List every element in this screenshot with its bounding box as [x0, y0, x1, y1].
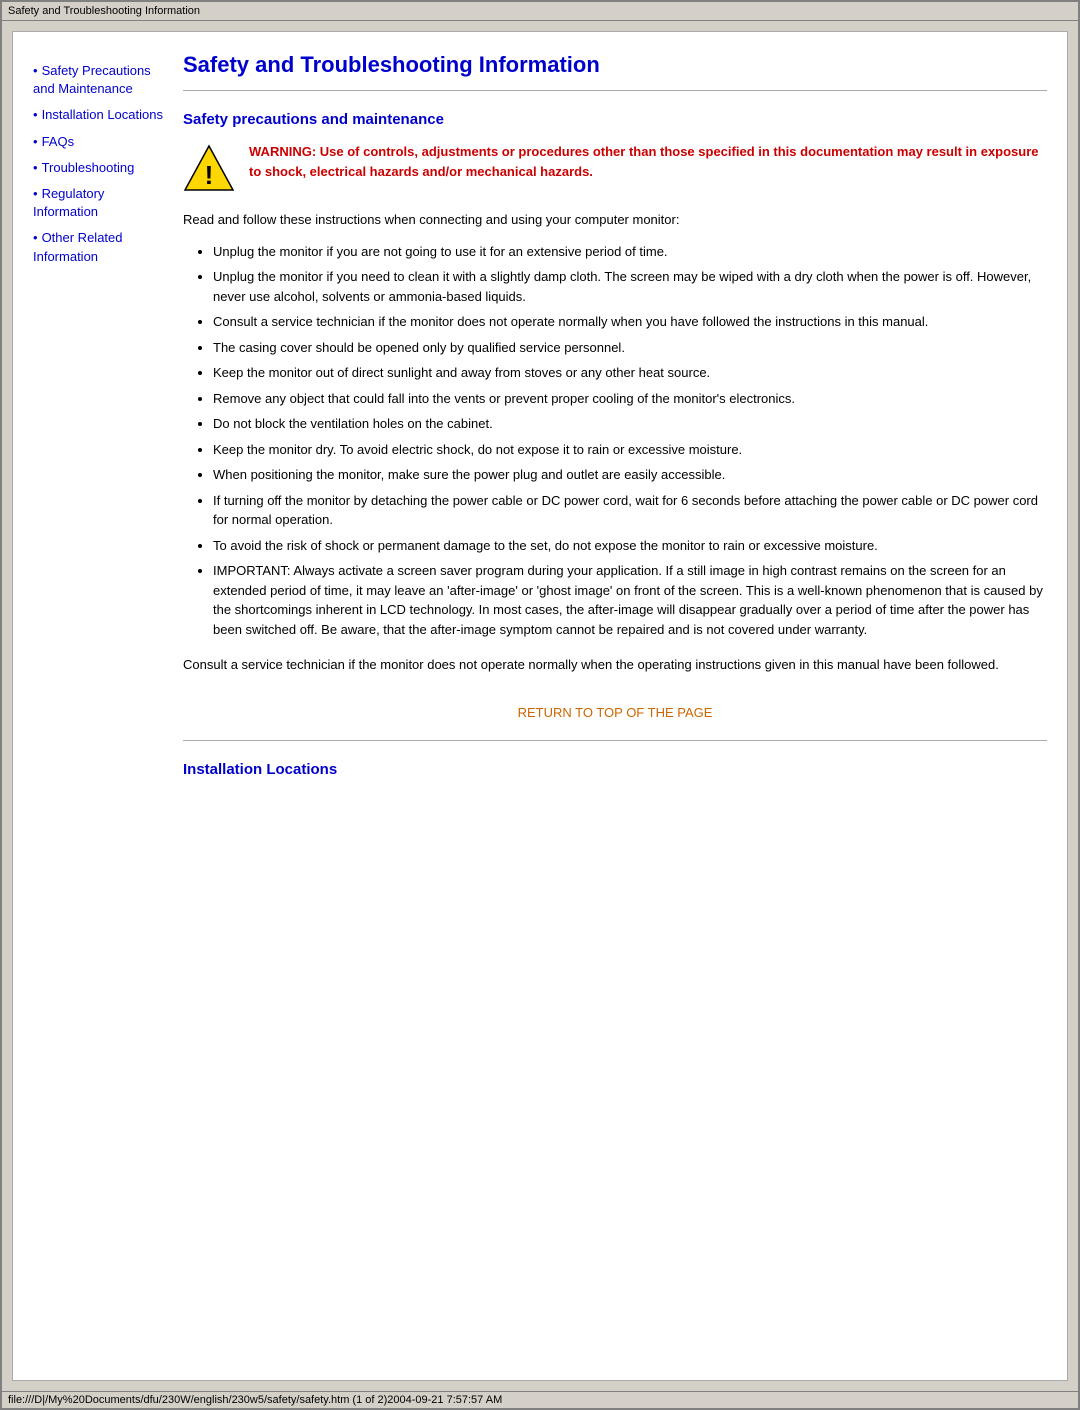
sidebar-item-other[interactable]: •Other Related Information [33, 229, 163, 265]
section-safety: Safety precautions and maintenance ! WAR… [183, 111, 1047, 741]
return-to-top[interactable]: RETURN TO TOP OF THE PAGE [183, 705, 1047, 720]
sidebar-item-faqs[interactable]: •FAQs [33, 133, 163, 151]
section-locations-title: Installation Locations [183, 761, 1047, 778]
status-bar-text: file:///D|/My%20Documents/dfu/230W/engli… [8, 1394, 502, 1406]
warning-icon: ! [183, 142, 235, 194]
sidebar-link-other[interactable]: •Other Related Information [33, 229, 163, 265]
title-bar-text: Safety and Troubleshooting Information [8, 5, 200, 17]
list-item: Unplug the monitor if you need to clean … [213, 267, 1047, 306]
sidebar-link-troubleshooting[interactable]: •Troubleshooting [33, 159, 163, 177]
sidebar-link-locations[interactable]: •Installation Locations [33, 106, 163, 124]
page-title: Safety and Troubleshooting Information [183, 52, 1047, 78]
sidebar-item-regulatory[interactable]: •Regulatory Information [33, 185, 163, 221]
top-divider [183, 90, 1047, 91]
section-locations: Installation Locations [183, 761, 1047, 778]
list-item: Remove any object that could fall into t… [213, 389, 1047, 409]
list-item: IMPORTANT: Always activate a screen save… [213, 561, 1047, 639]
list-item: When positioning the monitor, make sure … [213, 465, 1047, 485]
warning-box: ! WARNING: Use of controls, adjustments … [183, 142, 1047, 194]
sidebar-link-faqs[interactable]: •FAQs [33, 133, 163, 151]
list-item: Consult a service technician if the moni… [213, 312, 1047, 332]
safety-bullets: Unplug the monitor if you are not going … [213, 242, 1047, 640]
list-item: The casing cover should be opened only b… [213, 338, 1047, 358]
intro-text: Read and follow these instructions when … [183, 210, 1047, 230]
list-item: Do not block the ventilation holes on th… [213, 414, 1047, 434]
browser-window: Safety and Troubleshooting Information •… [0, 0, 1080, 1410]
sidebar-item-locations[interactable]: •Installation Locations [33, 106, 163, 124]
status-bar: file:///D|/My%20Documents/dfu/230W/engli… [2, 1391, 1078, 1408]
return-link[interactable]: RETURN TO TOP OF THE PAGE [518, 705, 713, 720]
page-content: •Safety Precautions and Maintenance •Ins… [12, 31, 1068, 1381]
main-content: Safety and Troubleshooting Information S… [183, 52, 1047, 792]
page-layout: •Safety Precautions and Maintenance •Ins… [33, 52, 1047, 792]
sidebar: •Safety Precautions and Maintenance •Ins… [33, 52, 163, 792]
list-item: Keep the monitor dry. To avoid electric … [213, 440, 1047, 460]
consult-text: Consult a service technician if the moni… [183, 655, 1047, 675]
svg-text:!: ! [205, 160, 214, 190]
sidebar-item-troubleshooting[interactable]: •Troubleshooting [33, 159, 163, 177]
sidebar-link-regulatory[interactable]: •Regulatory Information [33, 185, 163, 221]
title-bar: Safety and Troubleshooting Information [2, 2, 1078, 21]
sidebar-link-safety[interactable]: •Safety Precautions and Maintenance [33, 62, 163, 98]
section-divider [183, 740, 1047, 741]
list-item: To avoid the risk of shock or permanent … [213, 536, 1047, 556]
warning-text: WARNING: Use of controls, adjustments or… [249, 142, 1047, 181]
list-item: Keep the monitor out of direct sunlight … [213, 363, 1047, 383]
list-item: If turning off the monitor by detaching … [213, 491, 1047, 530]
sidebar-item-safety[interactable]: •Safety Precautions and Maintenance [33, 62, 163, 98]
section-safety-title: Safety precautions and maintenance [183, 111, 1047, 128]
list-item: Unplug the monitor if you are not going … [213, 242, 1047, 262]
